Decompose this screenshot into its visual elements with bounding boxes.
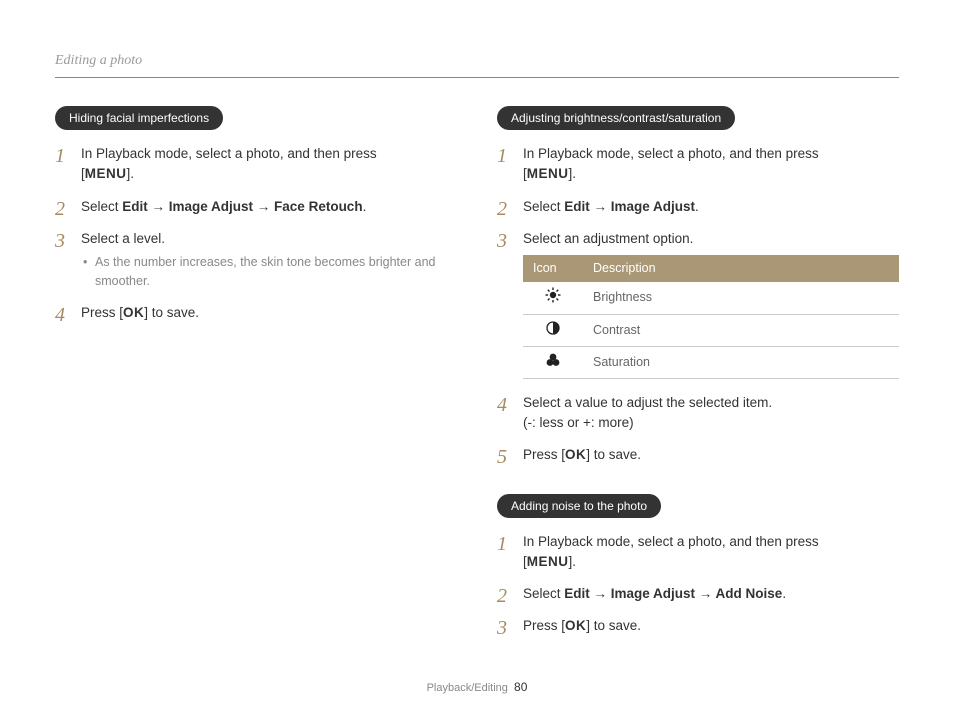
- step-text-post: ] to save.: [586, 447, 641, 462]
- section-pill: Adding noise to the photo: [497, 494, 661, 518]
- step-text-pre: Press [: [523, 447, 565, 462]
- menu-path: Edit → Image Adjust → Face Retouch: [122, 199, 362, 214]
- contrast-icon: [523, 314, 583, 346]
- table-row: Brightness: [523, 282, 899, 315]
- page-header: Editing a photo: [55, 50, 899, 78]
- menu-path: Edit → Image Adjust → Add Noise: [564, 586, 782, 601]
- adjustment-options-table: Icon Description Brightness: [523, 255, 899, 379]
- step-text: In Playback mode, select a photo, and th…: [81, 146, 377, 161]
- table-row: Saturation: [523, 346, 899, 378]
- left-column: Hiding facial imperfections In Playback …: [55, 106, 457, 665]
- cell-description: Contrast: [583, 314, 899, 346]
- col-description: Description: [583, 255, 899, 282]
- step-text-post: ] to save.: [144, 305, 199, 320]
- brightness-icon: [523, 282, 583, 315]
- step-3: Select a level. As the number increases,…: [55, 229, 457, 291]
- step-text-pre: Select: [523, 199, 564, 214]
- step-text-pre: Select: [81, 199, 122, 214]
- cell-description: Saturation: [583, 346, 899, 378]
- step-note-list: As the number increases, the skin tone b…: [81, 253, 457, 291]
- menu-button-label: MENU: [527, 166, 569, 181]
- page-footer: Playback/Editing 80: [0, 678, 954, 697]
- ok-button-label: OK: [565, 618, 586, 633]
- page-number: 80: [514, 680, 527, 694]
- step-4: Press [OK] to save.: [55, 303, 457, 323]
- step-3: Select an adjustment option. Icon Descri…: [497, 229, 899, 379]
- step-1: In Playback mode, select a photo, and th…: [55, 144, 457, 185]
- steps-list: In Playback mode, select a photo, and th…: [55, 144, 457, 323]
- step-note: As the number increases, the skin tone b…: [81, 253, 457, 291]
- step-text-post: .: [782, 586, 786, 601]
- section-pill: Adjusting brightness/contrast/saturation: [497, 106, 735, 130]
- section-hiding-imperfections: Hiding facial imperfections In Playback …: [55, 106, 457, 323]
- ok-button-label: OK: [123, 305, 144, 320]
- cell-description: Brightness: [583, 282, 899, 315]
- menu-button-label: MENU: [527, 554, 569, 569]
- step-3: Press [OK] to save.: [497, 616, 899, 636]
- section-brightness-contrast-saturation: Adjusting brightness/contrast/saturation…: [497, 106, 899, 466]
- menu-path: Edit → Image Adjust: [564, 199, 695, 214]
- footer-section: Playback/Editing: [427, 682, 508, 694]
- step-text-post: .: [695, 199, 699, 214]
- step-text-pre: Press [: [81, 305, 123, 320]
- section-pill: Hiding facial imperfections: [55, 106, 223, 130]
- step-text-pre: Select: [523, 586, 564, 601]
- step-2: Select Edit → Image Adjust.: [497, 197, 899, 217]
- step-2: Select Edit → Image Adjust → Add Noise.: [497, 584, 899, 604]
- step-text: In Playback mode, select a photo, and th…: [523, 146, 819, 161]
- table-row: Contrast: [523, 314, 899, 346]
- step-1: In Playback mode, select a photo, and th…: [497, 144, 899, 185]
- step-2: Select Edit → Image Adjust → Face Retouc…: [55, 197, 457, 217]
- section-adding-noise: Adding noise to the photo In Playback mo…: [497, 494, 899, 637]
- step-text: In Playback mode, select a photo, and th…: [523, 534, 819, 549]
- step-text-b: (-: less or +: more): [523, 415, 634, 430]
- step-text: Select a level.: [81, 231, 165, 246]
- ok-button-label: OK: [565, 447, 586, 462]
- step-text-pre: Press [: [523, 618, 565, 633]
- bracket-close: ].: [569, 554, 577, 569]
- step-text-post: ] to save.: [586, 618, 641, 633]
- col-icon: Icon: [523, 255, 583, 282]
- step-text-post: .: [363, 199, 367, 214]
- steps-list: In Playback mode, select a photo, and th…: [497, 532, 899, 637]
- step-1: In Playback mode, select a photo, and th…: [497, 532, 899, 573]
- step-4: Select a value to adjust the selected it…: [497, 393, 899, 434]
- step-text-a: Select a value to adjust the selected it…: [523, 395, 772, 410]
- bracket-close: ].: [569, 166, 577, 181]
- steps-list: In Playback mode, select a photo, and th…: [497, 144, 899, 466]
- menu-button-label: MENU: [85, 166, 127, 181]
- right-column: Adjusting brightness/contrast/saturation…: [497, 106, 899, 665]
- table-header-row: Icon Description: [523, 255, 899, 282]
- step-5: Press [OK] to save.: [497, 445, 899, 465]
- bracket-close: ].: [127, 166, 135, 181]
- saturation-icon: [523, 346, 583, 378]
- step-text: Select an adjustment option.: [523, 231, 693, 246]
- content-columns: Hiding facial imperfections In Playback …: [55, 106, 899, 665]
